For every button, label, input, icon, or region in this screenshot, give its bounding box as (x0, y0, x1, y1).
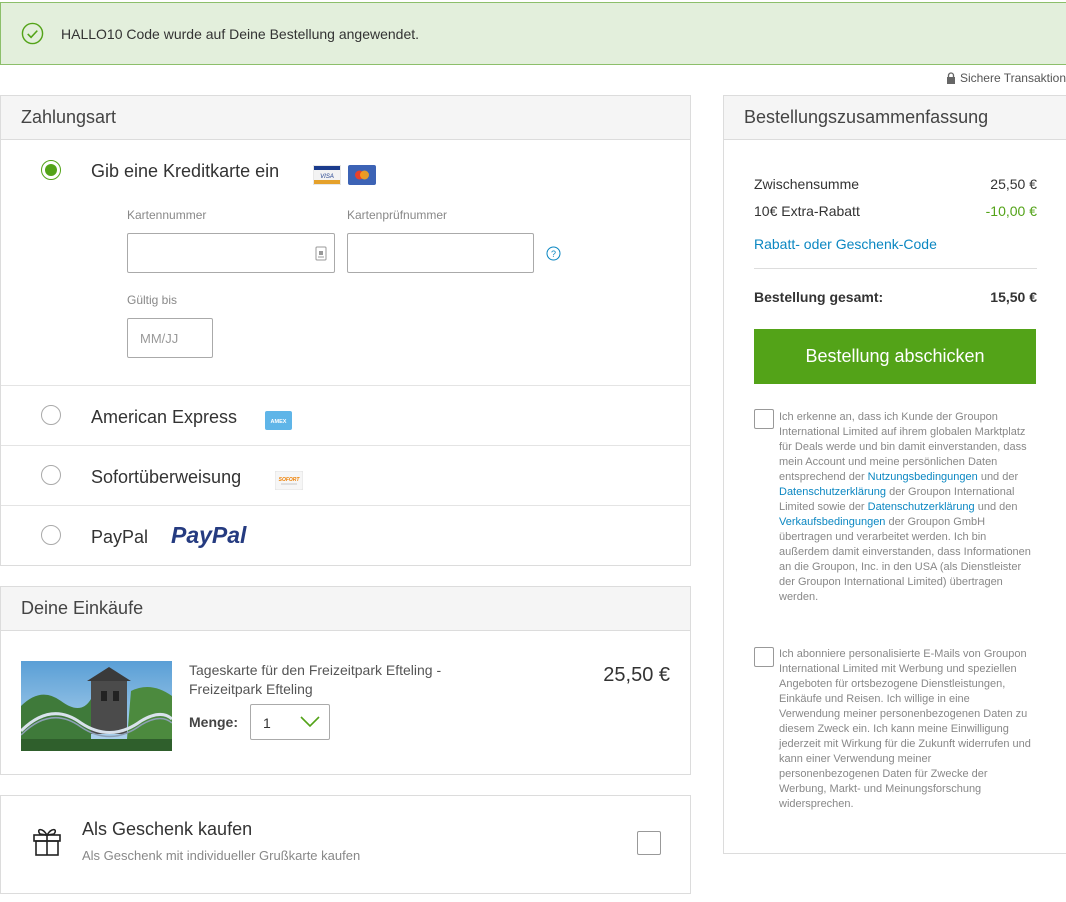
quantity-label: Menge: (189, 714, 238, 730)
label-creditcard: Gib eine Kreditkarte ein (91, 161, 280, 181)
sales-terms-link[interactable]: Verkaufsbedingungen (779, 516, 885, 528)
gift-panel[interactable]: Als Geschenk kaufen Als Geschenk mit ind… (0, 795, 691, 894)
gift-icon (33, 828, 61, 856)
gift-checkbox[interactable] (637, 831, 661, 855)
summary-divider (754, 268, 1037, 269)
terms-link[interactable]: Nutzungsbedingungen (868, 471, 978, 483)
radio-amex[interactable] (41, 405, 61, 425)
amex-icon: AMEX (265, 411, 292, 430)
check-circle-icon (21, 22, 44, 45)
payment-title: Zahlungsart (1, 96, 690, 140)
total-value: 15,50 € (990, 289, 1037, 305)
purchases-panel: Deine Einkäufe Tageskarte für den Freize… (0, 586, 691, 775)
terms-checkbox[interactable] (754, 409, 774, 429)
coupon-link[interactable]: Rabatt- oder Geschenk-Code (754, 236, 937, 252)
payment-panel: Zahlungsart Gib eine Kreditkarte ein VIS… (0, 95, 691, 566)
label-paypal: PayPal (91, 527, 149, 547)
label-sofort: Sofortüberweisung (91, 467, 242, 487)
submit-order-button[interactable]: Bestellung abschicken (754, 329, 1036, 384)
secure-transaction: Sichere Transaktion (946, 71, 1066, 85)
subtotal-value: 25,50 € (990, 176, 1037, 192)
privacy-link-2[interactable]: Datenschutzerklärung (868, 501, 975, 513)
total-label: Bestellung gesamt: (754, 289, 884, 305)
product-image (21, 661, 172, 751)
expiry-input[interactable]: MM/JJ (127, 318, 213, 358)
gift-title: Als Geschenk kaufen (82, 819, 253, 839)
lock-icon (946, 72, 955, 84)
amex-badge-text: AMEX (271, 419, 287, 425)
summary-title: Bestellungszusammenfassung (724, 96, 1066, 140)
chevron-down-icon (300, 716, 320, 728)
discount-value: -10,00 € (985, 203, 1037, 219)
visa-badge-text: VISA (320, 174, 334, 180)
quantity-select[interactable]: 1 (250, 704, 330, 740)
svg-text:?: ? (551, 249, 556, 259)
terms-text-part: der Groupon GmbH übertragen und verarbei… (779, 516, 1031, 603)
privacy-link-1[interactable]: Datenschutzerklärung (779, 486, 886, 498)
purchases-title: Deine Einkäufe (1, 587, 690, 631)
cvc-label: Kartenprüfnummer (347, 208, 448, 222)
secure-label: Sichere Transaktion (959, 71, 1066, 85)
paypal-logo: PayPal (171, 522, 247, 548)
discount-row: 10€ Extra-Rabatt -10,00 € (754, 203, 1037, 219)
product-price: 25,50 € (603, 664, 670, 686)
success-banner: HALLO10 Code wurde auf Deine Bestellung … (0, 2, 1066, 65)
summary-panel: Bestellungszusammenfassung Zwischensumme… (723, 95, 1066, 854)
card-number-input[interactable] (127, 233, 335, 273)
sofort-icon: SOFORT (275, 471, 303, 490)
radio-sofort[interactable] (41, 465, 61, 485)
subtotal-label: Zwischensumme (754, 176, 860, 192)
cvc-input[interactable] (347, 233, 534, 273)
help-icon[interactable]: ? (546, 246, 561, 261)
subtotal-row: Zwischensumme 25,50 € (754, 176, 1037, 192)
terms-text-part: und den (974, 501, 1018, 513)
card-scan-icon (315, 246, 327, 261)
newsletter-checkbox[interactable] (754, 647, 774, 667)
radio-creditcard[interactable] (41, 160, 61, 180)
newsletter-text: Ich abonniere personalisierte E-Mails vo… (779, 648, 1031, 810)
product-title[interactable]: Tageskarte für den Freizeitpark Efteling… (189, 661, 479, 699)
gift-subtitle: Als Geschenk mit individueller Grußkarte… (82, 848, 361, 863)
paypal-logo-text: PayPal (171, 522, 247, 548)
banner-message: HALLO10 Code wurde auf Deine Bestellung … (61, 25, 420, 42)
payment-option-amex[interactable]: American Express AMEX (1, 385, 690, 445)
visa-icon: VISA (313, 165, 341, 185)
discount-label: 10€ Extra-Rabatt (754, 203, 860, 219)
terms-text-part: und der (977, 471, 1019, 483)
expiry-label: Gültig bis (127, 293, 178, 307)
terms-text: Ich erkenne an, dass ich Kunde der Group… (779, 410, 1031, 605)
total-row: Bestellung gesamt: 15,50 € (754, 289, 1037, 305)
expiry-placeholder: MM/JJ (140, 331, 179, 346)
label-amex: American Express (91, 407, 238, 427)
payment-option-paypal[interactable]: PayPal PayPal (1, 505, 690, 565)
card-number-label: Kartennummer (127, 208, 207, 222)
payment-option-sofort[interactable]: Sofortüberweisung SOFORT (1, 445, 690, 505)
quantity-value: 1 (263, 715, 271, 731)
sofort-badge-text: SOFORT (279, 477, 301, 483)
mastercard-icon (348, 165, 376, 185)
radio-paypal[interactable] (41, 525, 61, 545)
payment-option-creditcard[interactable]: Gib eine Kreditkarte ein VISA Kartennumm… (1, 141, 690, 385)
